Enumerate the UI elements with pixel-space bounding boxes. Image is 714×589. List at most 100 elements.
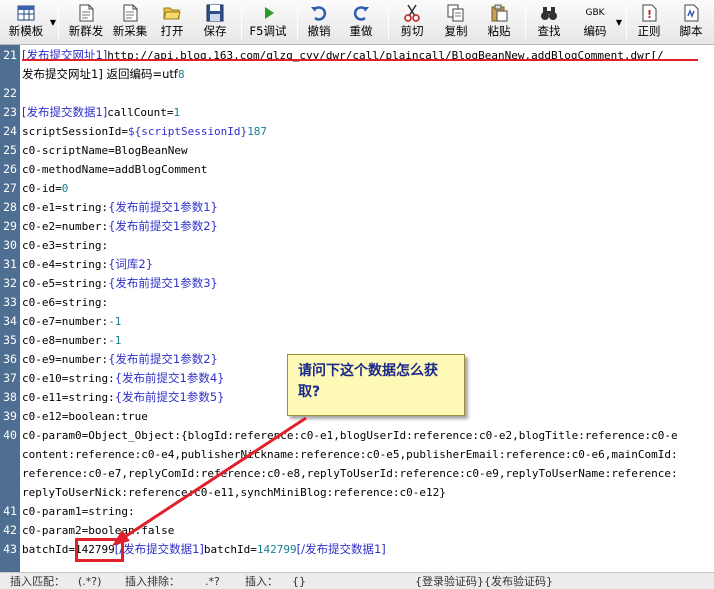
new-mass-post-button[interactable]: 新群发 — [66, 2, 106, 42]
code-editor[interactable]: 21 22 23 24 25 26 27 28 29 30 31 32 33 34 35 36 37 38 39 40… — [0, 45, 714, 572]
code-number: 1 — [173, 106, 181, 119]
captcha-tags[interactable]: {登录验证码}{发布验证码} — [415, 574, 553, 589]
code-line[interactable]: c0-e4=string:{词库2} — [22, 255, 153, 274]
script-button[interactable]: 脚本 — [676, 2, 706, 42]
code-number: -1 — [108, 315, 122, 328]
regex-label: 正则 — [637, 24, 661, 38]
line-number: 28 — [3, 200, 17, 214]
code-line[interactable]: c0-scriptName=BlogBeanNew — [22, 141, 188, 160]
new-collect-label: 新采集 — [112, 24, 148, 38]
code-line[interactable]: c0-e12=boolean:true — [22, 407, 148, 426]
line-number: 21 — [3, 48, 17, 62]
binoculars-icon — [540, 4, 558, 22]
line-number: 37 — [3, 371, 17, 385]
line-number: 30 — [3, 238, 17, 252]
new-doc-icon — [121, 4, 139, 22]
scissors-icon — [403, 4, 421, 22]
chevron-down-icon[interactable]: ▼ — [50, 18, 56, 27]
play-icon — [259, 4, 277, 22]
code-tag: {发布前提交1参数1} — [108, 200, 218, 214]
save-label: 保存 — [203, 24, 227, 38]
code-line[interactable]: c0-methodName=addBlogComment — [22, 160, 207, 179]
regex-button[interactable]: ! 正则 — [634, 2, 664, 42]
insert-value[interactable]: {} — [292, 574, 306, 589]
save-button[interactable]: 保存 — [200, 2, 230, 42]
batch-id-highlight-box — [75, 538, 124, 562]
encoding-icon: GBK — [582, 4, 608, 22]
insert-match-value[interactable]: (.*?) — [78, 574, 101, 589]
line-number: 41 — [3, 504, 17, 518]
code-line[interactable]: c0-e10=string:{发布前提交1参数4} — [22, 369, 225, 388]
code-text: c0-e6=string: — [22, 296, 109, 309]
code-text: c0-param0=Object_Object:{blogId:referenc… — [22, 429, 678, 442]
new-template-button[interactable]: 新模板 ▼ — [6, 2, 56, 42]
code-line[interactable]: [发布提交网址1]http://api.blog.163.com/qlzq_cy… — [22, 46, 664, 65]
code-line[interactable]: c0-e6=string: — [22, 293, 108, 312]
code-line[interactable]: c0-e11=string:{发布前提交1参数5} — [22, 388, 225, 407]
code-tag: {发布前提交1参数3} — [108, 276, 218, 290]
code-text: content:reference:c0-e4,publisherNicknam… — [22, 448, 678, 461]
code-text: 发布提交网址1] 返回编码=utf — [22, 67, 178, 81]
code-line[interactable]: [发布提交数据1]callCount=1 — [22, 103, 180, 122]
copy-icon — [447, 4, 465, 22]
f5-debug-label: F5调试 — [249, 24, 287, 38]
code-line[interactable]: replyToUserNick:reference:c0-e11,synchMi… — [22, 483, 446, 502]
code-text: c0-e9=number: — [22, 353, 109, 366]
line-number: 25 — [3, 143, 17, 157]
undo-button[interactable]: 撤销 — [304, 2, 334, 42]
code-line[interactable]: c0-id=0 — [22, 179, 68, 198]
undo-label: 撤销 — [307, 24, 331, 38]
code-line[interactable]: c0-e7=number:-1 — [22, 312, 121, 331]
code-line[interactable]: c0-e8=number:-1 — [22, 331, 121, 350]
new-doc-icon — [77, 4, 95, 22]
code-text: batchId= — [203, 543, 257, 556]
code-text: callCount= — [107, 106, 174, 119]
code-text: c0-e7=number: — [22, 315, 109, 328]
line-number: 26 — [3, 162, 17, 176]
f5-debug-button[interactable]: F5调试 — [247, 2, 289, 42]
code-text: c0-scriptName=BlogBeanNew — [22, 144, 188, 157]
code-line[interactable]: reference:c0-e7,replyComId:reference:c0-… — [22, 464, 678, 483]
new-collect-button[interactable]: 新采集 — [110, 2, 150, 42]
script-icon — [682, 4, 700, 22]
paste-label: 粘贴 — [487, 24, 511, 38]
code-line[interactable]: c0-e2=number:{发布前提交1参数2} — [22, 217, 218, 236]
code-tag: ${scriptSessionId} — [127, 125, 248, 138]
code-line[interactable]: c0-param0=Object_Object:{blogId:referenc… — [22, 426, 678, 445]
cut-button[interactable]: 剪切 — [397, 2, 427, 42]
paste-button[interactable]: 粘贴 — [484, 2, 514, 42]
open-button[interactable]: 打开 — [157, 2, 187, 42]
line-number: 33 — [3, 295, 17, 309]
batch-id-value: 142799 — [256, 543, 297, 556]
code-tag: {词库2} — [108, 257, 154, 271]
question-callout: 请问下这个数据怎么获取? — [287, 354, 465, 416]
code-line[interactable]: scriptSessionId=${scriptSessionId}187 — [22, 122, 267, 141]
cut-label: 剪切 — [400, 24, 424, 38]
code-line[interactable]: c0-param1=string: — [22, 502, 135, 521]
redo-button[interactable]: 重做 — [346, 2, 376, 42]
code-line[interactable]: 发布提交网址1] 返回编码=utf8 — [22, 65, 185, 84]
line-number: 24 — [3, 124, 17, 138]
line-number: 42 — [3, 523, 17, 537]
find-label: 查找 — [537, 24, 561, 38]
encoding-button[interactable]: GBK 编码 ▼ — [580, 2, 623, 42]
code-line[interactable]: c0-e3=string: — [22, 236, 108, 255]
line-number: 39 — [3, 409, 17, 423]
copy-button[interactable]: 复制 — [441, 2, 471, 42]
code-line[interactable]: content:reference:c0-e4,publisherNicknam… — [22, 445, 678, 464]
line-number: 27 — [3, 181, 17, 195]
code-tag: {发布前提交1参数5} — [114, 390, 225, 404]
code-text: c0-e8=number: — [22, 334, 109, 347]
find-button[interactable]: 查找 — [534, 2, 564, 42]
code-text: c0-e3=string: — [22, 239, 109, 252]
insert-exclude-value[interactable]: .*? — [205, 574, 220, 589]
line-number-gutter: 21 22 23 24 25 26 27 28 29 30 31 32 33 34 35 36 37 38 39 40… — [0, 45, 20, 572]
code-text: c0-e1=string: — [22, 201, 109, 214]
code-text: c0-methodName=addBlogComment — [22, 163, 208, 176]
code-line[interactable]: c0-e1=string:{发布前提交1参数1} — [22, 198, 218, 217]
code-line[interactable]: c0-e5=string:{发布前提交1参数3} — [22, 274, 218, 293]
chevron-down-icon[interactable]: ▼ — [616, 18, 622, 27]
line-number: 29 — [3, 219, 17, 233]
undo-icon — [310, 4, 328, 22]
code-line[interactable]: c0-e9=number:{发布前提交1参数2} — [22, 350, 218, 369]
